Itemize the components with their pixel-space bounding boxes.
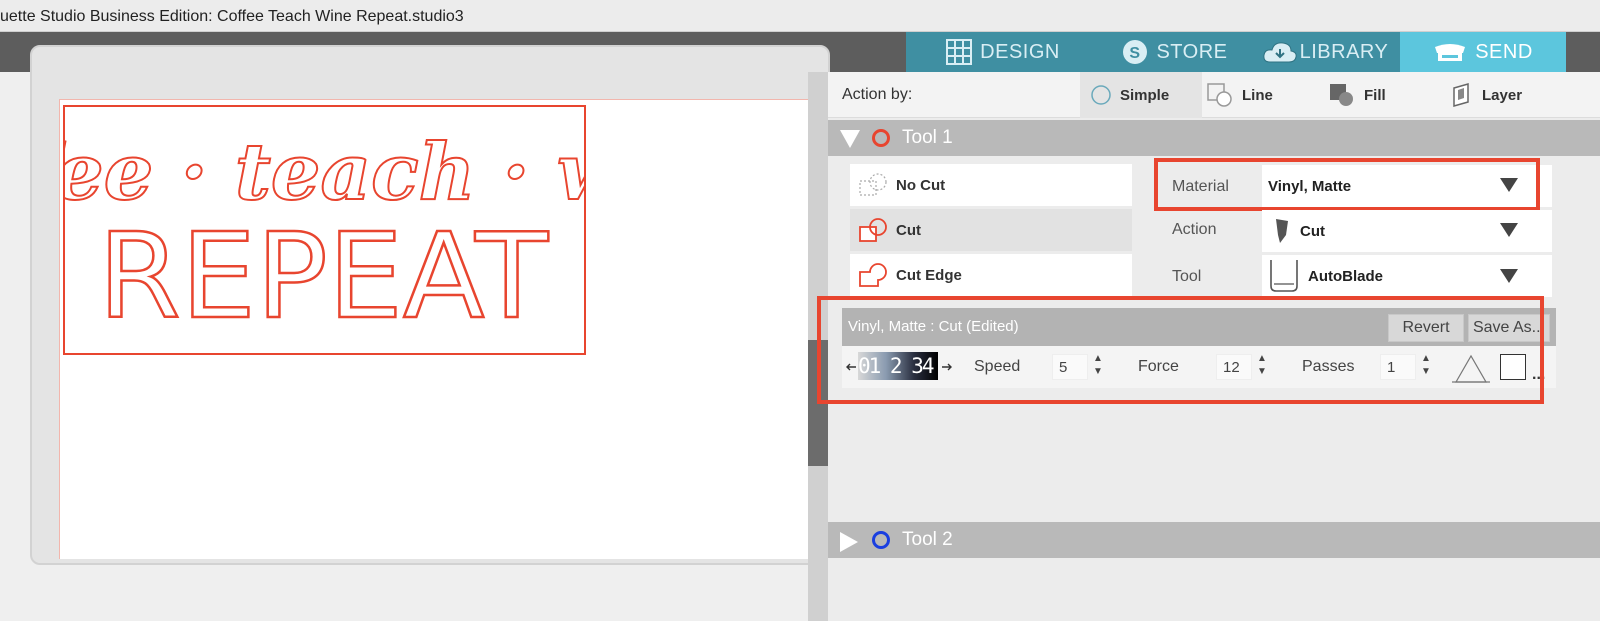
coffee-teach-wine-repeat-design: coffee · teach · wine REPEAT	[0, 126, 761, 346]
window-title: uette Studio Business Edition: Coffee Te…	[0, 8, 464, 25]
design-line2: REPEAT	[98, 207, 549, 345]
simple-circle-icon	[1091, 85, 1111, 105]
tab-store-label: STORE	[1156, 40, 1228, 63]
material-highlight-box	[1154, 158, 1540, 211]
cut-option-cut-edge-label: Cut Edge	[896, 266, 962, 284]
tool1-title: Tool 1	[902, 127, 953, 148]
tab-design[interactable]: DESIGN	[906, 32, 1100, 72]
cut-option-no-cut[interactable]: No Cut	[850, 164, 1132, 206]
action-option-layer-label: Layer	[1482, 86, 1523, 104]
design-line1: coffee · teach · wine	[65, 127, 584, 218]
tool-label: Tool	[1172, 268, 1202, 285]
settings-highlight-box	[817, 296, 1544, 404]
action-option-fill[interactable]: Fill	[1328, 72, 1438, 118]
autoblade-icon	[1270, 260, 1298, 292]
cut-option-cut-label: Cut	[896, 221, 921, 239]
grid-icon	[946, 39, 973, 65]
title-bar: uette Studio Business Edition: Coffee Te…	[0, 0, 1600, 32]
tool2-title: Tool 2	[902, 529, 953, 550]
action-value: Cut	[1300, 222, 1325, 240]
tool-value: AutoBlade	[1308, 267, 1383, 285]
action-by-label: Action by:	[842, 86, 913, 103]
cut-option-cut-edge[interactable]: Cut Edge	[850, 254, 1132, 296]
cloud-download-icon	[1263, 42, 1297, 63]
action-dropdown-arrow-icon[interactable]	[1500, 223, 1518, 237]
cut-edge-icon	[859, 263, 887, 287]
collapsed-triangle-icon	[840, 532, 858, 552]
cut-option-cut[interactable]: Cut	[850, 209, 1132, 251]
svg-text:S: S	[1130, 45, 1141, 62]
action-option-layer[interactable]: Layer	[1450, 72, 1570, 118]
action-option-simple[interactable]: Simple	[1080, 72, 1202, 118]
action-by-bar: Action by: Simple Line Fill Layer	[828, 72, 1600, 118]
cut-icon	[859, 218, 887, 242]
action-label: Action	[1172, 221, 1217, 238]
tool2-color-ring	[872, 531, 890, 549]
tab-design-label: DESIGN	[980, 40, 1060, 63]
tool2-header[interactable]: Tool 2	[828, 522, 1600, 558]
cut-option-no-cut-label: No Cut	[896, 176, 946, 194]
tool1-color-ring	[872, 129, 890, 147]
tool1-header[interactable]: Tool 1	[828, 120, 1600, 156]
tab-library[interactable]: LIBRARY	[1250, 32, 1400, 72]
action-option-line-label: Line	[1242, 86, 1273, 104]
expanded-triangle-icon	[840, 130, 860, 148]
store-s-icon: S	[1123, 40, 1148, 64]
line-icon	[1207, 83, 1232, 107]
action-option-line[interactable]: Line	[1206, 72, 1318, 118]
tab-send[interactable]: SEND	[1400, 32, 1566, 72]
layer-icon	[1453, 83, 1469, 107]
tab-library-label: LIBRARY	[1299, 40, 1389, 63]
send-panel: Action by: Simple Line Fill Layer Tool 1…	[817, 72, 1600, 621]
tab-send-label: SEND	[1475, 40, 1533, 63]
action-option-simple-label: Simple	[1120, 86, 1170, 104]
cutter-machine-icon	[1435, 44, 1466, 61]
tab-store[interactable]: S STORE	[1100, 32, 1250, 72]
design-cut-boundary[interactable]: coffee · teach · wine REPEAT	[0, 105, 761, 355]
no-cut-icon	[859, 173, 887, 196]
blade-action-icon	[1276, 219, 1288, 243]
fill-icon	[1330, 84, 1353, 106]
tool-dropdown-arrow-icon[interactable]	[1500, 269, 1518, 283]
action-option-fill-label: Fill	[1364, 86, 1386, 104]
